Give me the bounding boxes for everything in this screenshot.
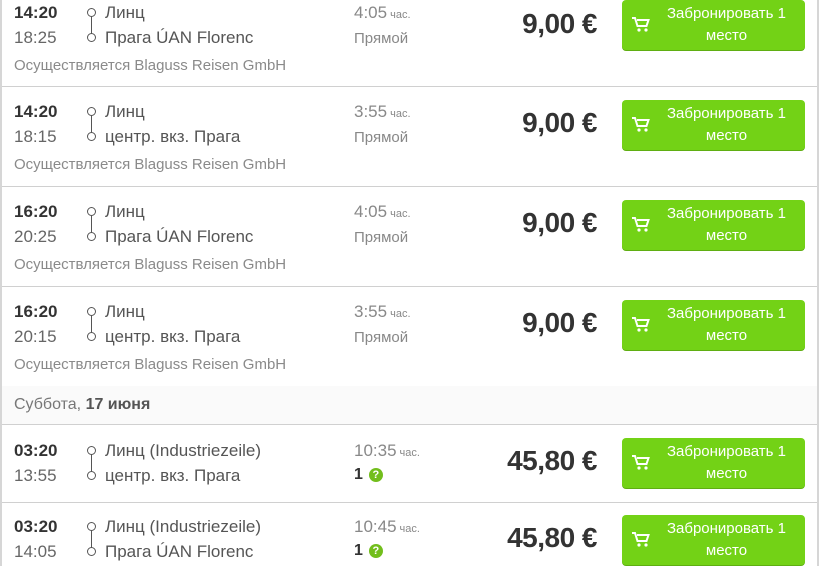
transfers-count: 1? (354, 542, 383, 560)
departure-time: 16:20 (14, 202, 58, 221)
operator-label: Осуществляется Blaguss Reisen GmbH (14, 256, 287, 273)
transfers-count: 1? (354, 466, 383, 484)
trip-row: 14:20 18:25 Линц Прага ÚAN Florenc Осуще… (2, 0, 817, 87)
route-line-icon (86, 502, 100, 566)
list-border-right (817, 0, 819, 566)
trip-row: 16:20 20:15 Линц центр. вкз. Прага Осуще… (2, 286, 817, 387)
book-button[interactable]: Забронировать 1 место (622, 100, 805, 150)
book-button[interactable]: Забронировать 1 место (622, 0, 805, 50)
departure-time: 14:20 (14, 3, 58, 22)
arrival-time: 13:55 (14, 466, 57, 485)
direct-label: Прямой (354, 129, 409, 146)
duration: 10:35 час. (354, 441, 420, 460)
price: 9,00 € (522, 307, 597, 338)
book-button-label: Забронировать 1 место (666, 205, 787, 244)
destination-stop: центр. вкз. Прага (105, 127, 241, 146)
book-button[interactable]: Забронировать 1 место (622, 300, 805, 350)
shopping-cart-icon (632, 17, 650, 32)
trip-row: 16:20 20:25 Линц Прага ÚAN Florenc Осуще… (2, 186, 817, 287)
trip-row: 14:20 18:15 Линц центр. вкз. Прага Осуще… (2, 86, 817, 187)
departure-time: 03:20 (14, 441, 58, 460)
price: 9,00 € (522, 8, 597, 39)
shopping-cart-icon (632, 532, 650, 547)
trip-row: 03:20 14:05 Линц (Industriezeile) Прага … (2, 502, 817, 566)
direct-label: Прямой (354, 229, 409, 246)
arrival-time: 20:15 (14, 327, 57, 346)
day-header: Суббота, 17 июня (14, 396, 151, 413)
shopping-cart-icon (632, 117, 650, 132)
operator-label: Осуществляется Blaguss Reisen GmbH (14, 356, 287, 373)
book-button[interactable]: Забронировать 1 место (622, 515, 805, 565)
price: 9,00 € (522, 207, 597, 238)
shopping-cart-icon (632, 455, 650, 470)
book-button-label: Забронировать 1 место (666, 305, 787, 344)
origin-stop: Линц (105, 302, 145, 321)
departure-time: 03:20 (14, 517, 58, 536)
search-results: 14:20 18:25 Линц Прага ÚAN Florenc Осуще… (0, 0, 820, 566)
arrival-time: 18:15 (14, 127, 57, 146)
duration: 3:55 час. (354, 102, 411, 121)
operator-label: Осуществляется Blaguss Reisen GmbH (14, 57, 287, 74)
route-line-icon (86, 0, 100, 50)
route-line-icon (86, 86, 100, 156)
book-button-label: Забронировать 1 место (666, 443, 787, 482)
book-button[interactable]: Забронировать 1 место (622, 438, 805, 488)
origin-stop: Линц (Industriezeile) (105, 441, 261, 460)
duration: 3:55 час. (354, 302, 411, 321)
book-button-label: Забронировать 1 место (666, 5, 787, 44)
shopping-cart-icon (632, 317, 650, 332)
direct-label: Прямой (354, 329, 409, 346)
price: 45,80 € (507, 445, 597, 476)
destination-stop: центр. вкз. Прага (105, 466, 241, 485)
departure-time: 14:20 (14, 102, 58, 121)
arrival-time: 14:05 (14, 542, 57, 561)
origin-stop: Линц (105, 202, 145, 221)
destination-stop: центр. вкз. Прага (105, 327, 241, 346)
duration: 4:05 час. (354, 202, 411, 221)
departure-time: 16:20 (14, 302, 58, 321)
direct-label: Прямой (354, 30, 409, 47)
origin-stop: Линц (Industriezeile) (105, 517, 261, 536)
book-button-label: Забронировать 1 место (666, 105, 787, 144)
operator-label: Осуществляется Blaguss Reisen GmbH (14, 156, 287, 173)
question-circle-icon[interactable]: ? (368, 544, 383, 558)
duration: 10:45 час. (354, 517, 420, 536)
book-button[interactable]: Забронировать 1 место (622, 200, 805, 250)
origin-stop: Линц (105, 3, 145, 22)
duration: 4:05 час. (354, 3, 411, 22)
question-circle-icon[interactable]: ? (368, 468, 383, 482)
arrival-time: 20:25 (14, 227, 57, 246)
arrival-time: 18:25 (14, 28, 57, 47)
origin-stop: Линц (105, 102, 145, 121)
book-button-label: Забронировать 1 место (666, 520, 787, 559)
price: 45,80 € (507, 522, 597, 553)
destination-stop: Прага ÚAN Florenc (105, 227, 254, 246)
shopping-cart-icon (632, 217, 650, 232)
destination-stop: Прага ÚAN Florenc (105, 28, 254, 47)
route-line-icon (86, 424, 100, 494)
route-line-icon (86, 186, 100, 256)
trip-row: 03:20 13:55 Линц (Industriezeile) центр.… (2, 424, 817, 503)
destination-stop: Прага ÚAN Florenc (105, 542, 254, 561)
route-line-icon (86, 286, 100, 356)
price: 9,00 € (522, 107, 597, 138)
